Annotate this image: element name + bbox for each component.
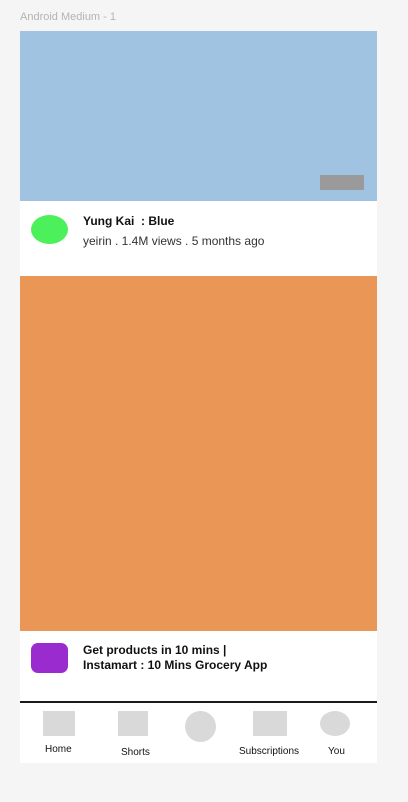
video-meta: yeirin . 1.4M views . 5 months ago bbox=[83, 234, 265, 248]
nav-item-you[interactable]: You bbox=[320, 703, 377, 763]
nav-label-home: Home bbox=[45, 744, 72, 755]
bottom-nav: Home Shorts Subscriptions You bbox=[20, 701, 377, 763]
shorts-icon bbox=[118, 711, 148, 736]
ad-thumbnail[interactable] bbox=[20, 276, 377, 631]
nav-label-shorts: Shorts bbox=[121, 747, 150, 758]
nav-label-you: You bbox=[328, 746, 345, 757]
nav-item-subscriptions[interactable]: Subscriptions bbox=[230, 703, 320, 763]
phone-frame: Yung Kai : Blue yeirin . 1.4M views . 5 … bbox=[20, 31, 377, 763]
you-icon bbox=[320, 711, 350, 736]
subscriptions-icon bbox=[253, 711, 287, 736]
nav-item-create[interactable] bbox=[170, 703, 230, 763]
frame-label: Android Medium - 1 bbox=[20, 11, 116, 23]
ad-title-line-1: Get products in 10 mins | bbox=[83, 643, 227, 657]
ad-title[interactable]: Get products in 10 mins | Instamart : 10… bbox=[83, 643, 267, 673]
home-icon bbox=[43, 711, 75, 736]
video-thumbnail[interactable] bbox=[20, 31, 377, 201]
duration-badge bbox=[320, 175, 364, 190]
nav-item-home[interactable]: Home bbox=[20, 703, 98, 763]
create-icon bbox=[185, 711, 216, 742]
ad-avatar[interactable] bbox=[31, 643, 68, 673]
nav-label-subscriptions: Subscriptions bbox=[239, 746, 300, 757]
ad-title-line-2: Instamart : 10 Mins Grocery App bbox=[83, 658, 268, 672]
nav-item-shorts[interactable]: Shorts bbox=[98, 703, 170, 763]
video-title[interactable]: Yung Kai : Blue bbox=[83, 214, 174, 228]
channel-avatar[interactable] bbox=[31, 215, 68, 244]
